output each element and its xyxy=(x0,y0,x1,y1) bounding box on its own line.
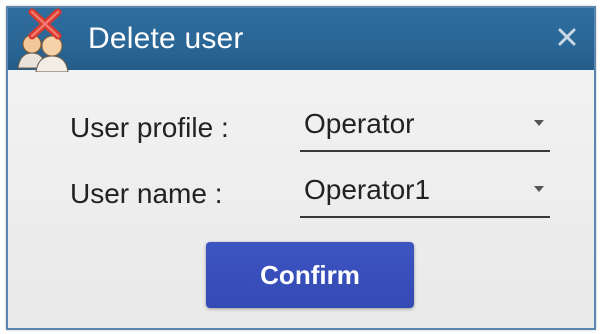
dialog-titlebar: Delete user xyxy=(8,6,594,73)
delete-user-dialog: Delete user User profile : Operator User… xyxy=(6,6,596,330)
user-name-select[interactable]: Operator1 xyxy=(300,172,550,218)
close-icon xyxy=(558,28,576,46)
user-profile-label: User profile : xyxy=(70,112,229,143)
chevron-down-icon xyxy=(534,186,544,192)
users-delete-icon xyxy=(12,6,84,73)
confirm-button[interactable]: Confirm xyxy=(206,242,414,308)
close-button[interactable] xyxy=(552,22,582,52)
user-name-value: Operator1 xyxy=(304,174,431,205)
user-profile-select[interactable]: Operator xyxy=(300,106,550,152)
dialog-title: Delete user xyxy=(88,22,244,55)
chevron-down-icon xyxy=(534,120,544,126)
user-name-label: User name : xyxy=(70,178,223,209)
user-profile-value: Operator xyxy=(304,108,415,139)
